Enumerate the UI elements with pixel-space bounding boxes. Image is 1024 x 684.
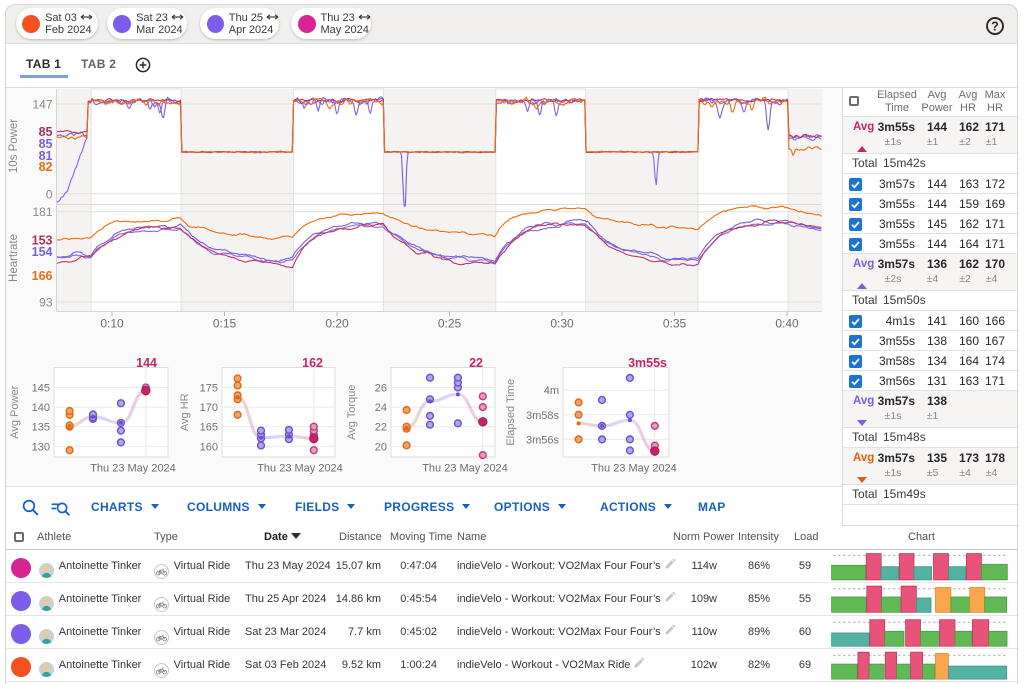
svg-text:175: 175 [200,383,218,395]
svg-text:144: 144 [136,356,157,370]
svg-text:26: 26 [375,383,387,395]
svg-text:?: ? [991,19,999,33]
svg-text:130: 130 [32,441,50,453]
svg-text:22: 22 [469,356,483,370]
svg-text:Thu 23 May 2024: Thu 23 May 2024 [90,463,176,475]
svg-text:170: 170 [200,402,218,414]
svg-text:147: 147 [32,98,52,112]
svg-text:0:10: 0:10 [100,317,124,331]
svg-text:165: 165 [200,422,218,434]
svg-text:0:25: 0:25 [438,317,462,331]
svg-text:Thu 23 May 2024: Thu 23 May 2024 [591,463,677,475]
svg-text:20: 20 [375,441,387,453]
svg-text:Thu 23 May 2024: Thu 23 May 2024 [257,463,343,475]
svg-text:0:35: 0:35 [663,317,687,331]
svg-text:82: 82 [39,160,53,174]
svg-text:3m55s: 3m55s [628,356,667,370]
svg-text:Elapsed Time: Elapsed Time [505,379,517,446]
svg-text:140: 140 [32,402,50,414]
svg-text:181: 181 [32,205,52,219]
svg-text:160: 160 [200,441,218,453]
svg-text:3m58s: 3m58s [526,410,560,422]
svg-text:Avg HR: Avg HR [179,393,191,431]
svg-text:Avg Power: Avg Power [9,385,21,438]
svg-text:0: 0 [46,187,53,201]
svg-text:154: 154 [32,245,53,259]
svg-text:10s Power: 10s Power [8,119,20,174]
svg-text:Avg Torque: Avg Torque [346,385,358,440]
svg-text:22: 22 [375,422,387,434]
svg-text:Heartrate: Heartrate [8,234,20,282]
svg-text:3m56s: 3m56s [526,434,560,446]
svg-text:0:20: 0:20 [325,317,349,331]
svg-text:0:15: 0:15 [213,317,237,331]
svg-text:4m: 4m [544,385,559,397]
svg-text:Thu 23 May 2024: Thu 23 May 2024 [422,463,508,475]
svg-text:166: 166 [32,269,53,283]
svg-text:0:40: 0:40 [775,317,799,331]
svg-text:145: 145 [32,383,50,395]
svg-text:135: 135 [32,422,50,434]
svg-text:162: 162 [302,356,323,370]
svg-text:24: 24 [375,402,387,414]
svg-text:0:30: 0:30 [550,317,574,331]
svg-text:93: 93 [39,295,53,309]
